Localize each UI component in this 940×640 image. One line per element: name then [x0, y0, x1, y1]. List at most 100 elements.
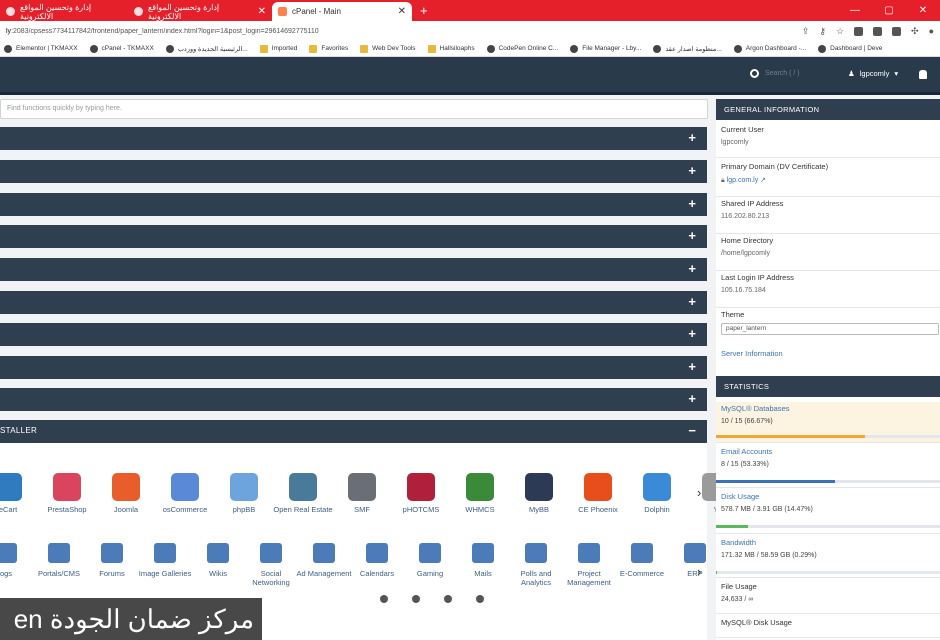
app-category-tile[interactable]: Mails [453, 543, 513, 578]
category-section-header[interactable]: + [0, 160, 707, 183]
expand-icon[interactable]: + [688, 130, 696, 145]
header-search[interactable]: Search ( / ) [750, 69, 800, 78]
statistic-label[interactable]: MySQL® Disk Usage [721, 618, 935, 627]
extension-icon[interactable] [854, 26, 864, 36]
bookmark-item[interactable]: Elementor | TKMAXX [4, 44, 78, 53]
expand-icon[interactable]: + [688, 261, 696, 276]
app-tile[interactable]: Dolphin [627, 473, 687, 514]
bookmark-item[interactable]: منظومة اصدار عقد... [653, 44, 722, 53]
minimize-icon[interactable]: — [838, 5, 872, 16]
category-section-header[interactable]: + [0, 127, 707, 150]
statistic-label[interactable]: Email Accounts [721, 447, 935, 456]
share-icon[interactable]: ⇪ [802, 26, 810, 37]
expand-icon[interactable]: + [688, 294, 696, 309]
expand-icon[interactable]: + [688, 359, 696, 374]
app-category-tile[interactable]: E-Commerce [612, 543, 672, 578]
app-tile[interactable]: MyBB [509, 473, 569, 514]
app-tile[interactable]: eCart [0, 473, 38, 514]
app-logo-icon [0, 473, 22, 501]
app-tile[interactable]: Joomla [96, 473, 156, 514]
app-tile[interactable]: WHMCS [450, 473, 510, 514]
category-section-header[interactable]: + [0, 193, 707, 216]
app-tile[interactable]: CE Phoenix [568, 473, 628, 514]
browser-tab[interactable]: إدارة وتحسين المواقع الالكترونية ✕ [128, 2, 272, 21]
carousel-dot[interactable] [380, 595, 388, 603]
carousel-dot[interactable] [476, 595, 484, 603]
bookmark-item[interactable]: Hallsiloaphs [427, 44, 475, 53]
bookmark-item[interactable]: cPanel - TKMAXX [89, 44, 154, 53]
bookmark-item[interactable]: Imported [259, 44, 297, 53]
app-category-tile[interactable]: Forums [82, 543, 142, 578]
app-category-tile[interactable]: Polls and Analytics [506, 543, 566, 587]
external-link-icon[interactable]: ↗ [760, 177, 766, 184]
category-section-header[interactable]: STALLER − [0, 420, 707, 443]
star-icon[interactable]: ☆ [836, 26, 844, 37]
app-tile[interactable]: SMF [332, 473, 392, 514]
user-menu[interactable]: ♟ lgpcomly ▾ [848, 69, 898, 78]
app-tile[interactable]: Open Real Estate [273, 473, 333, 514]
category-icon [48, 543, 70, 563]
statistic-label[interactable]: File Usage [721, 582, 935, 591]
category-section-header[interactable]: + [0, 356, 707, 379]
app-tile[interactable]: phpBB [214, 473, 274, 514]
close-icon[interactable]: ✕ [258, 6, 266, 17]
app-label: Open Real Estate [273, 505, 333, 514]
app-category-tile[interactable]: Wikis [188, 543, 248, 578]
category-section-header[interactable]: + [0, 323, 707, 346]
app-category-tile[interactable]: Gaming [400, 543, 460, 578]
primary-domain-link[interactable]: lgp.com.ly [727, 177, 759, 184]
expand-icon[interactable]: + [688, 163, 696, 178]
category-section-header[interactable]: + [0, 225, 707, 248]
carousel-dot[interactable] [412, 595, 420, 603]
extension-icon[interactable] [873, 26, 883, 36]
app-category-tile[interactable]: Portals/CMS [29, 543, 89, 578]
theme-select[interactable]: paper_lantern [721, 323, 939, 335]
app-category-tile[interactable]: Image Galleries [135, 543, 195, 578]
app-logo-icon [171, 473, 199, 501]
statistic-label[interactable]: MySQL® Databases [721, 404, 935, 413]
app-category-tile[interactable]: Calendars [347, 543, 407, 578]
maximize-icon[interactable]: ▢ [872, 5, 906, 16]
app-category-tile[interactable]: Social Networking [241, 543, 301, 587]
address-bar[interactable]: ly:2083/cpsess7734117842/frontend/paper_… [0, 21, 940, 41]
puzzle-icon[interactable]: ✣ [911, 26, 919, 37]
chevron-right-icon[interactable]: › [697, 564, 701, 579]
expand-icon[interactable]: + [688, 391, 696, 406]
url-text[interactable]: ly:2083/cpsess7734117842/frontend/paper_… [6, 28, 802, 35]
chevron-right-icon[interactable]: › [697, 485, 701, 500]
app-tile[interactable]: PrestaShop [37, 473, 97, 514]
extension-icon[interactable] [892, 26, 902, 36]
bookmark-item[interactable]: Dashboard | Deve [818, 44, 882, 53]
app-category-tile[interactable]: Project Management [559, 543, 619, 587]
collapse-icon[interactable]: − [688, 423, 696, 438]
expand-icon[interactable]: + [688, 326, 696, 341]
close-window-icon[interactable]: ✕ [906, 5, 940, 16]
app-tile[interactable]: osCommerce [155, 473, 215, 514]
bookmark-item[interactable]: الرئيسية الجديدة ووردب... [165, 44, 248, 53]
app-category-label: Mails [474, 569, 492, 578]
profile-icon[interactable]: ● [929, 26, 934, 36]
statistic-label[interactable]: Disk Usage [721, 492, 935, 501]
bookmark-item[interactable]: Argon Dashboard -... [733, 44, 806, 53]
category-section-header[interactable]: + [0, 388, 707, 411]
bookmark-item[interactable]: Favorites [309, 44, 348, 53]
key-icon[interactable]: ⚷ [819, 26, 826, 37]
bookmark-item[interactable]: CodePen Online C... [486, 44, 558, 53]
bell-icon[interactable] [919, 70, 927, 79]
browser-tab-active[interactable]: cPanel - Main ✕ [272, 2, 412, 21]
browser-tab[interactable]: إدارة وتحسين المواقع الالكترونية [0, 2, 128, 21]
app-category-tile[interactable]: Ad Management [294, 543, 354, 578]
bookmark-item[interactable]: Web Dev Tools [360, 44, 416, 53]
carousel-dot[interactable] [444, 595, 452, 603]
category-section-header[interactable]: + [0, 258, 707, 281]
expand-icon[interactable]: + [688, 196, 696, 211]
expand-icon[interactable]: + [688, 228, 696, 243]
close-icon[interactable]: ✕ [398, 6, 406, 17]
category-section-header[interactable]: + [0, 291, 707, 314]
bookmark-item[interactable]: File Manager - Lby... [570, 44, 641, 53]
app-tile[interactable]: pHOTCMS [391, 473, 451, 514]
new-tab-button[interactable]: + [412, 3, 436, 21]
server-information-link[interactable]: Server Information [721, 349, 935, 358]
function-filter-input[interactable]: Find functions quickly by typing here. [0, 99, 708, 119]
statistic-label[interactable]: Bandwidth [721, 538, 935, 547]
